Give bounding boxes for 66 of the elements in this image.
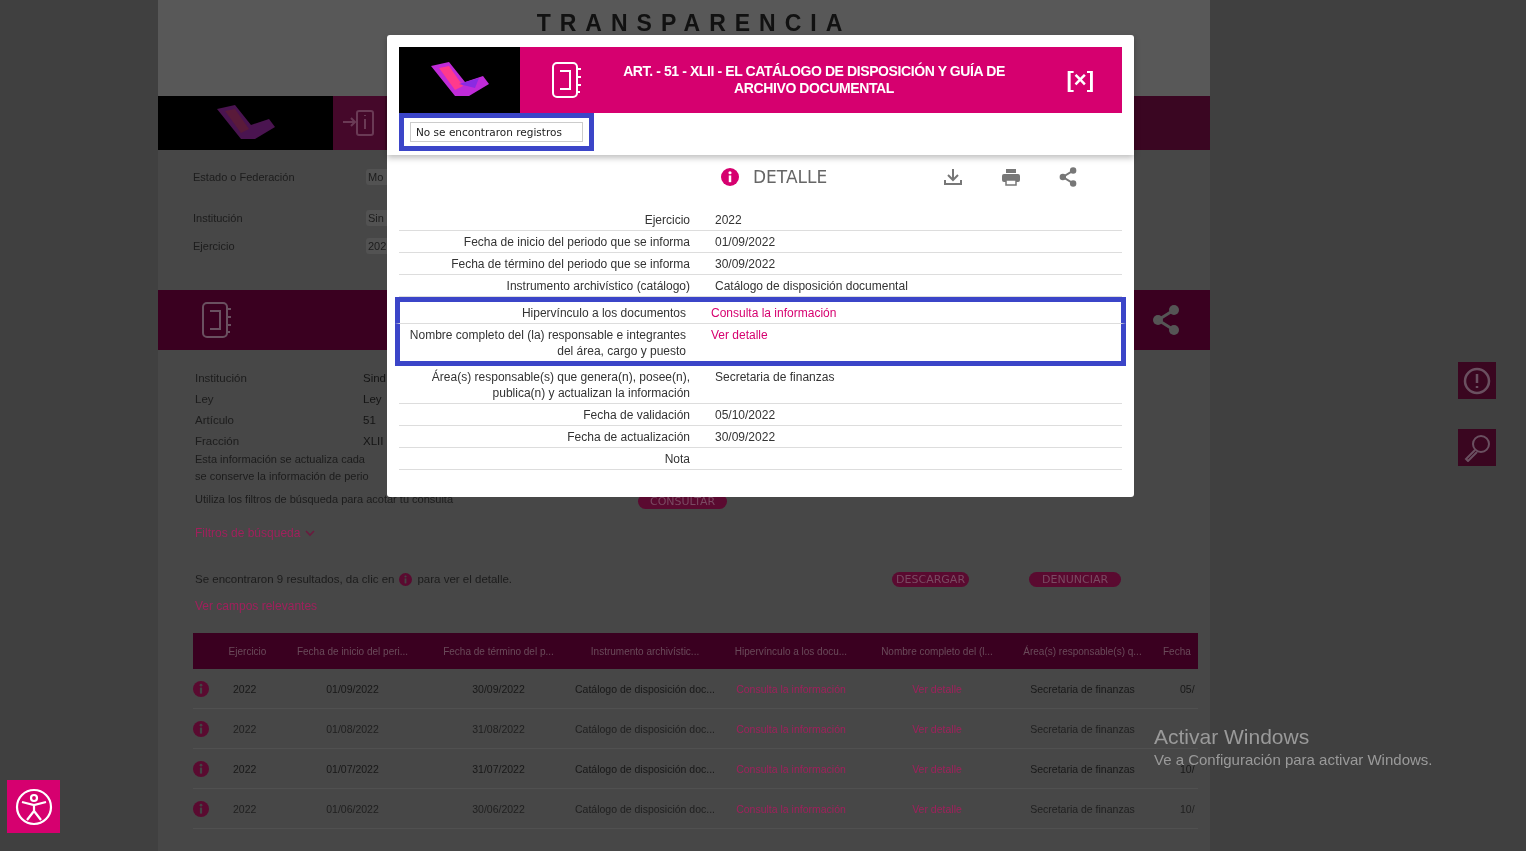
- alert-button[interactable]: [1458, 362, 1496, 399]
- logo-drawing: [214, 105, 277, 141]
- field-label: Área(s) responsable(s) que genera(n), posee(n), publica(n) y actualizan la información: [430, 369, 690, 401]
- field-value: 30/09/2022: [715, 256, 776, 272]
- field-value: 01/09/2022: [715, 234, 776, 250]
- detail-heading: DETALLE: [753, 167, 829, 187]
- field-link[interactable]: Consulta la información: [711, 305, 837, 321]
- field-value: 30/09/2022: [715, 429, 776, 445]
- field-label: Nota: [663, 451, 690, 467]
- dialog-title: ART. - 51 - XLII - EL CATÁLOGO DE DISPOSICIÓN Y GUÍA DE ARCHIVO DOCUMENTAL: [622, 63, 1006, 97]
- field-label: Fecha de validación: [582, 407, 690, 423]
- report-button[interactable]: DENUNCIAR: [1029, 571, 1122, 587]
- tools-button[interactable]: [1458, 429, 1496, 466]
- column-header[interactable]: Fecha de inicio del peri...: [280, 645, 425, 657]
- column-header[interactable]: Instrumento archivístic...: [572, 645, 718, 657]
- column-header[interactable]: Nombre completo del (l...: [864, 645, 1010, 657]
- field-label: Hipervínculo a los documentos: [520, 305, 686, 321]
- field-label: Fecha de actualización: [566, 429, 690, 445]
- column-header[interactable]: Área(s) responsable(s) q...: [1010, 645, 1155, 657]
- notebook-icon: [200, 301, 234, 339]
- field-link[interactable]: Ver detalle: [711, 327, 768, 359]
- info-icon: [721, 168, 739, 186]
- notice-message: No se encontraron registros: [410, 122, 583, 142]
- info-entry-icon: [341, 108, 377, 138]
- accessibility-icon: [13, 786, 54, 827]
- info-icon[interactable]: [193, 760, 209, 777]
- column-header[interactable]: Ejercicio: [215, 645, 280, 657]
- table-link[interactable]: Ver detalle: [864, 762, 1010, 775]
- share-icon[interactable]: [1059, 167, 1077, 187]
- filters-toggle[interactable]: Filtros de búsqueda: [195, 526, 316, 540]
- field-value: 2022: [715, 212, 742, 228]
- chevron-down-icon: [305, 529, 316, 537]
- notebook-icon: [550, 61, 584, 99]
- table-link[interactable]: Ver detalle: [864, 682, 1010, 695]
- field-label: Nombre completo del (la) responsable e integrantes del área, cargo y puesto: [408, 327, 686, 359]
- info-icon[interactable]: [193, 800, 209, 817]
- table-link[interactable]: Consulta la información: [718, 682, 864, 695]
- table-link[interactable]: Ver detalle: [864, 802, 1010, 815]
- table-link[interactable]: Ver detalle: [864, 722, 1010, 735]
- column-header[interactable]: Fecha de término del p...: [425, 645, 572, 657]
- field-value: 05/10/2022: [715, 407, 776, 423]
- relevant-fields-link[interactable]: Ver campos relevantes: [195, 599, 318, 613]
- info-icon: [399, 572, 413, 586]
- field-label: Fecha de inicio del periodo que se informa: [462, 234, 690, 250]
- close-button[interactable]: [×]: [1066, 67, 1094, 93]
- field-value: Secretaria de finanzas: [715, 369, 835, 386]
- field-label: Fecha de término del periodo que se informa: [450, 256, 690, 272]
- download-button[interactable]: DESCARGAR: [892, 571, 970, 587]
- table-link[interactable]: Consulta la información: [718, 722, 864, 735]
- print-icon[interactable]: [1001, 168, 1021, 186]
- logo-drawing: [428, 62, 491, 98]
- info-icon[interactable]: [193, 680, 209, 697]
- activation-title: Activar Windows: [1154, 725, 1310, 749]
- info-icon[interactable]: [193, 720, 209, 737]
- field-label: Instrumento archivístico (catálogo): [505, 278, 690, 294]
- field-label: Ejercicio: [643, 212, 690, 228]
- column-header[interactable]: Hipervínculo a los docu...: [718, 645, 864, 657]
- share-icon[interactable]: [1152, 305, 1180, 335]
- site-title: TRANSPARENCIA: [536, 10, 852, 38]
- column-header[interactable]: Fecha: [1155, 645, 1198, 657]
- table-link[interactable]: Consulta la información: [718, 762, 864, 775]
- field-value: Catálogo de disposición documental: [715, 278, 908, 294]
- table-link[interactable]: Consulta la información: [718, 802, 864, 815]
- alert-icon: [1463, 366, 1491, 395]
- accessibility-button[interactable]: [7, 780, 60, 833]
- download-icon[interactable]: [943, 168, 963, 186]
